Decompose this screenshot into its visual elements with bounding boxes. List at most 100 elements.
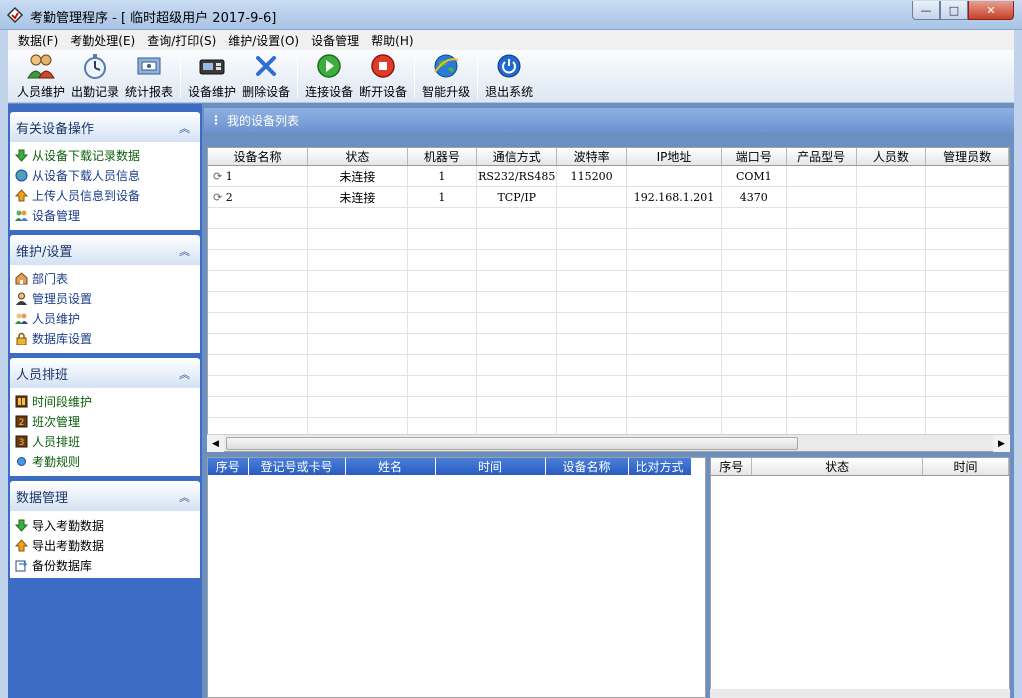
title-bar: 考勤管理程序 - [ 临时超级用户 2017-9-6] — □ ✕ <box>0 0 1022 30</box>
sidebar-section-data[interactable]: 数据管理 ︽ <box>10 481 200 511</box>
disconnect-device-button[interactable]: 断开设备 <box>356 50 410 102</box>
sidebar-item-rules[interactable]: 考勤规则 <box>14 453 80 470</box>
cell-comm: TCP/IP <box>476 186 558 208</box>
col-status[interactable]: 状态 <box>751 458 923 476</box>
staff-maint-button[interactable]: 人员维护 <box>14 50 68 102</box>
col-device-name[interactable]: 设备名称 <box>545 458 629 475</box>
sidebar-item-import[interactable]: 导入考勤数据 <box>14 517 104 534</box>
col-admin-count[interactable]: 管理员数 <box>925 148 1009 166</box>
table-row[interactable]: ⟳ 1 未连接 1 RS232/RS485 115200 COM1 <box>208 165 1009 187</box>
col-name[interactable]: 姓名 <box>345 458 436 475</box>
cell-staff <box>856 165 927 187</box>
delete-device-button[interactable]: 删除设备 <box>239 50 293 102</box>
col-port[interactable]: 端口号 <box>721 148 787 166</box>
sidebar-section-body: 从设备下载记录数据 从设备下载人员信息 上传人员信息到设备 设备管理 <box>10 142 200 230</box>
sidebar-item-staff[interactable]: 人员维护 <box>14 310 80 327</box>
col-device-name[interactable]: 设备名称 <box>208 148 309 166</box>
cell-staff <box>856 186 927 208</box>
menu-query-print[interactable]: 查询/打印(S) <box>141 32 222 49</box>
col-status[interactable]: 状态 <box>307 148 408 166</box>
sidebar-item-upload-staff[interactable]: 上传人员信息到设备 <box>14 187 140 204</box>
collapse-icon[interactable]: ︽ <box>179 120 190 136</box>
scroll-right-icon[interactable]: ▶ <box>993 435 1010 452</box>
col-verify-mode[interactable]: 比对方式 <box>628 458 692 475</box>
reports-button[interactable]: 统计报表 <box>122 50 176 102</box>
svg-text:3: 3 <box>19 438 25 448</box>
col-comm-mode[interactable]: 通信方式 <box>476 148 558 166</box>
cell-status: 未连接 <box>307 165 408 187</box>
col-baud-rate[interactable]: 波特率 <box>556 148 628 166</box>
minimize-button[interactable]: — <box>912 1 940 20</box>
admin-icon <box>14 291 29 306</box>
sidebar-item-admins[interactable]: 管理员设置 <box>14 290 92 307</box>
exit-button[interactable]: 退出系统 <box>482 50 536 102</box>
menu-device[interactable]: 设备管理 <box>305 32 365 49</box>
sidebar-item-shifts[interactable]: 2 班次管理 <box>14 413 80 430</box>
report-icon <box>137 57 161 75</box>
empty-row <box>208 249 1009 271</box>
col-machine-no[interactable]: 机器号 <box>407 148 478 166</box>
sidebar-item-staff-schedule[interactable]: 3 人员排班 <box>14 433 80 450</box>
sidebar-section-maintenance[interactable]: 维护/设置 ︽ <box>10 235 200 265</box>
users-icon <box>14 311 29 326</box>
backup-icon <box>14 558 29 573</box>
sidebar-item-database[interactable]: 数据库设置 <box>14 330 92 347</box>
toolbar-separator <box>180 54 182 98</box>
attendance-records-button[interactable]: 出勤记录 <box>68 50 122 102</box>
section-title: 数据管理 <box>16 490 69 506</box>
collapse-icon[interactable]: ︽ <box>179 489 190 505</box>
menu-data[interactable]: 数据(F) <box>12 32 64 49</box>
col-reg-card[interactable]: 登记号或卡号 <box>248 458 346 475</box>
collapse-icon[interactable]: ︽ <box>179 366 190 382</box>
globe-icon <box>14 168 29 183</box>
power-icon <box>497 54 521 78</box>
sidebar-section-body: 时间段维护 2 班次管理 3 人员排班 考勤规则 <box>10 388 200 476</box>
table-header-row: 设备名称 状态 机器号 通信方式 波特率 IP地址 端口号 产品型号 人员数 管… <box>208 148 1009 166</box>
scroll-thumb[interactable] <box>226 437 798 450</box>
menu-maintenance[interactable]: 维护/设置(O) <box>222 32 305 49</box>
arrow-down-icon <box>14 518 29 533</box>
scroll-left-icon[interactable]: ◀ <box>207 435 224 452</box>
reports-label: 统计报表 <box>125 85 174 99</box>
toolbar-separator <box>297 54 299 98</box>
sidebar-item-time-periods[interactable]: 时间段维护 <box>14 393 92 410</box>
col-ip-address[interactable]: IP地址 <box>626 148 722 166</box>
cell-comm: RS232/RS485 <box>476 165 558 187</box>
toolbar-separator <box>477 54 479 98</box>
col-model[interactable]: 产品型号 <box>786 148 857 166</box>
window-title: 考勤管理程序 - [ 临时超级用户 2017-9-6] <box>30 11 277 26</box>
sidebar-item-backup[interactable]: 备份数据库 <box>14 557 92 574</box>
col-time[interactable]: 时间 <box>435 458 546 475</box>
col-seq[interactable]: 序号 <box>208 458 249 475</box>
maximize-button[interactable]: □ <box>940 1 968 20</box>
device-grid-hscrollbar[interactable]: ◀ ▶ <box>207 434 1010 452</box>
sidebar: 有关设备操作 ︽ 从设备下载记录数据 从设备下载人员信息 上传人员信息到设备 设… <box>8 104 202 698</box>
sidebar-item-departments[interactable]: 部门表 <box>14 270 68 287</box>
device-maint-button[interactable]: 设备维护 <box>185 50 239 102</box>
svg-text:2: 2 <box>19 418 25 428</box>
status-table: 序号 状态 时间 <box>711 458 1009 476</box>
upgrade-button[interactable]: 智能升级 <box>419 50 473 102</box>
col-staff-count[interactable]: 人员数 <box>856 148 927 166</box>
sidebar-item-export[interactable]: 导出考勤数据 <box>14 537 104 554</box>
cell-model <box>786 165 857 187</box>
connect-device-button[interactable]: 连接设备 <box>302 50 356 102</box>
sidebar-item-download-staff[interactable]: 从设备下载人员信息 <box>14 167 140 184</box>
menu-help[interactable]: 帮助(H) <box>365 32 419 49</box>
cell-baud: 115200 <box>556 165 628 187</box>
sidebar-section-schedule[interactable]: 人员排班 ︽ <box>10 358 200 388</box>
sidebar-section-device-ops[interactable]: 有关设备操作 ︽ <box>10 112 200 142</box>
sidebar-item-download-records[interactable]: 从设备下载记录数据 <box>14 147 140 164</box>
sidebar-section-body: 部门表 管理员设置 人员维护 数据库设置 <box>10 265 200 353</box>
device-grid: 设备名称 状态 机器号 通信方式 波特率 IP地址 端口号 产品型号 人员数 管… <box>207 147 1010 452</box>
empty-row <box>208 207 1009 229</box>
menu-attendance[interactable]: 考勤处理(E) <box>64 32 141 49</box>
users-icon <box>14 208 29 223</box>
sidebar-item-device-mgmt[interactable]: 设备管理 <box>14 207 80 224</box>
close-button[interactable]: ✕ <box>968 1 1014 20</box>
col-time[interactable]: 时间 <box>922 458 1009 476</box>
status-grid-hscrollbar[interactable] <box>710 689 1010 698</box>
table-row[interactable]: ⟳ 2 未连接 1 TCP/IP 192.168.1.201 4370 <box>208 186 1009 208</box>
collapse-icon[interactable]: ︽ <box>179 243 190 259</box>
col-seq[interactable]: 序号 <box>711 458 753 476</box>
